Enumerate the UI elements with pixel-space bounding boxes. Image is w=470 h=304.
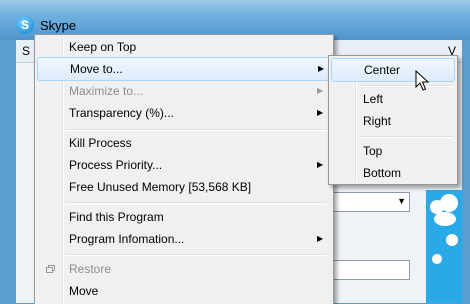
menu-separator [359, 136, 453, 138]
menu-item-program-information[interactable]: Program Infomation... ▶ [37, 228, 329, 250]
menu-separator [65, 202, 327, 204]
mouse-pointer-icon [415, 70, 429, 91]
menu-item-move[interactable]: Move [37, 280, 329, 302]
menu-item-maximize-to[interactable]: Maximize to... ▶ [37, 80, 329, 102]
menu-item-kill-process[interactable]: Kill Process [37, 132, 329, 154]
submenu-arrow-icon: ▶ [317, 234, 324, 243]
submenu-arrow-icon: ▶ [317, 108, 324, 117]
menu-separator [359, 85, 453, 87]
menu-item-transparency[interactable]: Transparency (%)... ▶ [37, 102, 329, 124]
background-text-field[interactable] [328, 260, 410, 280]
menu-item-find-program[interactable]: Find this Program [37, 206, 329, 228]
submenu-arrow-icon: ▶ [317, 86, 324, 95]
submenu-item-right[interactable]: Right [331, 110, 453, 132]
menu-separator [65, 254, 327, 256]
background-dropdown[interactable]: ▼ [328, 192, 410, 212]
menu-item-free-unused-memory[interactable]: Free Unused Memory [53,568 KB] [37, 176, 329, 198]
skype-cloud-panel [426, 190, 462, 303]
submenu-arrow-icon: ▶ [318, 64, 325, 73]
window-title: Skype [40, 18, 77, 33]
context-menu: Keep on Top Move to... ▶ Maximize to... … [34, 34, 334, 304]
move-to-submenu: Center Left Right Top Bottom [328, 55, 458, 185]
submenu-item-left[interactable]: Left [331, 88, 453, 110]
submenu-item-bottom[interactable]: Bottom [331, 162, 453, 184]
menu-item-move-to[interactable]: Move to... ▶ [37, 57, 331, 81]
restore-icon [46, 265, 55, 273]
menu-item-keep-on-top[interactable]: Keep on Top [37, 36, 329, 58]
menu-item-restore[interactable]: Restore [37, 258, 329, 280]
submenu-item-center[interactable]: Center [331, 58, 455, 82]
submenu-arrow-icon: ▶ [317, 160, 324, 169]
menu-separator [65, 129, 327, 131]
submenu-item-top[interactable]: Top [331, 140, 453, 162]
skype-logo-icon[interactable]: S [16, 16, 34, 34]
menu-bar-item-first[interactable]: S [22, 44, 30, 58]
menu-item-process-priority[interactable]: Process Priority... ▶ [37, 154, 329, 176]
dropdown-arrow-icon[interactable]: ▼ [397, 196, 406, 206]
